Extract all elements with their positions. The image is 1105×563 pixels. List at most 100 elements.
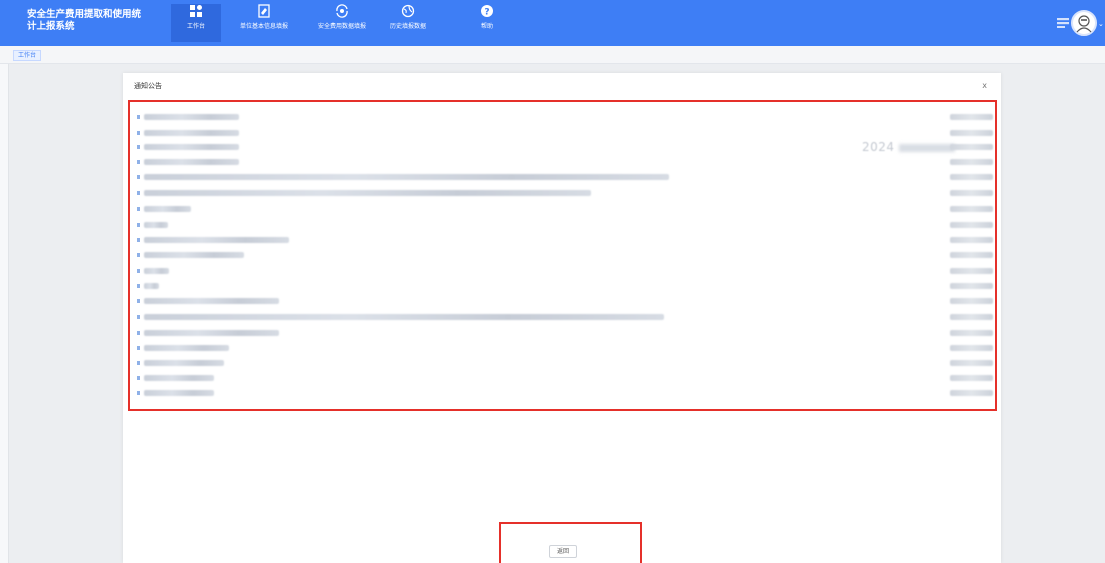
notice-list: 2024 [128, 100, 997, 411]
app-title: 安全生产费用提取和使用统计上报系统 [27, 9, 142, 32]
sidebar-edge [0, 64, 9, 563]
grid-icon [190, 5, 202, 17]
notice-date [950, 252, 993, 258]
bullet [137, 115, 140, 119]
notice-date [950, 375, 993, 381]
notice-date [950, 174, 993, 180]
notice-date [950, 237, 993, 243]
bullet [137, 284, 140, 288]
svg-text:?: ? [484, 8, 489, 18]
nav-label: 单位基本信息填报 [239, 23, 288, 30]
notice-title [144, 159, 239, 165]
notice-date [950, 190, 993, 196]
bullet [137, 175, 140, 179]
bullet [137, 223, 140, 227]
nav-history[interactable]: 历史填报数据 [382, 4, 434, 42]
list-item[interactable] [137, 374, 997, 382]
list-item[interactable] [137, 158, 997, 166]
bullet [137, 376, 140, 380]
nav-help[interactable]: ? 帮助 [471, 4, 503, 42]
list-item[interactable] [137, 282, 997, 290]
nav-label: 历史填报数据 [389, 23, 426, 30]
nav-label: 工作台 [186, 23, 205, 30]
notice-date [950, 345, 993, 351]
notice-title [144, 190, 591, 196]
notice-title [144, 130, 239, 136]
notice-date [950, 130, 993, 136]
notice-title [144, 314, 664, 320]
list-item[interactable] [137, 329, 997, 337]
list-item[interactable] [137, 205, 997, 213]
notice-date [950, 114, 993, 120]
bullet [137, 269, 140, 273]
bullet [137, 160, 140, 164]
dialog-title: 通知公告 [134, 82, 162, 90]
notice-title [144, 330, 279, 336]
notice-date [950, 298, 993, 304]
list-item[interactable] [137, 313, 997, 321]
bullet [137, 331, 140, 335]
notice-title [144, 237, 289, 243]
tab-bar: 工作台 [0, 46, 1105, 64]
nav-unit-info[interactable]: 单位基本信息填报 [232, 4, 296, 42]
bullet [137, 207, 140, 211]
list-item[interactable] [137, 297, 997, 305]
list-item[interactable] [137, 189, 997, 197]
list-item[interactable] [137, 251, 997, 259]
notice-date [950, 360, 993, 366]
list-item[interactable] [137, 267, 997, 275]
nav-workbench[interactable]: 工作台 [171, 4, 221, 42]
tab-workbench[interactable]: 工作台 [13, 50, 42, 61]
list-item[interactable] [137, 113, 997, 121]
top-navbar: 安全生产费用提取和使用统计上报系统 工作台 单位基本信息填报 安全费用数据填报 … [0, 0, 1105, 46]
bullet [137, 361, 140, 365]
list-item[interactable] [137, 359, 997, 367]
notice-title [144, 174, 669, 180]
nav-fee-data[interactable]: 安全费用数据填报 [310, 4, 374, 42]
money-refresh-icon [336, 4, 348, 18]
notice-date [950, 330, 993, 336]
globe-icon [401, 4, 415, 18]
bullet [137, 299, 140, 303]
notice-title [144, 268, 169, 274]
bullet [137, 238, 140, 242]
bullet [137, 315, 140, 319]
notice-date [950, 144, 993, 150]
notice-title [144, 222, 168, 228]
notice-date [950, 159, 993, 165]
notice-title [144, 252, 244, 258]
notice-title [144, 390, 214, 396]
notice-title [144, 144, 239, 150]
bullet [137, 145, 140, 149]
notice-title [144, 345, 229, 351]
notice-date [950, 268, 993, 274]
help-icon: ? [481, 5, 493, 18]
notice-date [950, 206, 993, 212]
bullet [137, 131, 140, 135]
return-button[interactable]: 返回 [549, 545, 577, 558]
bullet [137, 253, 140, 257]
notice-title [144, 283, 159, 289]
notice-date [950, 222, 993, 228]
menu-icon[interactable] [1057, 18, 1069, 28]
notice-title [144, 206, 191, 212]
list-item[interactable] [137, 173, 997, 181]
user-avatar[interactable] [1071, 10, 1097, 36]
list-item[interactable] [137, 129, 997, 137]
list-item[interactable] [137, 143, 997, 151]
chevron-down-icon[interactable]: ⌄ [1098, 20, 1104, 28]
notice-title [144, 298, 279, 304]
close-icon[interactable]: x [982, 81, 987, 90]
avatar-icon [1076, 15, 1092, 33]
bullet [137, 346, 140, 350]
notice-date [950, 283, 993, 289]
list-item[interactable] [137, 236, 997, 244]
return-button-area: 返回 [499, 522, 642, 563]
list-item[interactable] [137, 389, 997, 397]
bullet [137, 191, 140, 195]
notice-date [950, 390, 993, 396]
list-item[interactable] [137, 221, 997, 229]
list-item[interactable] [137, 344, 997, 352]
notice-title [144, 114, 239, 120]
notice-title [144, 375, 214, 381]
